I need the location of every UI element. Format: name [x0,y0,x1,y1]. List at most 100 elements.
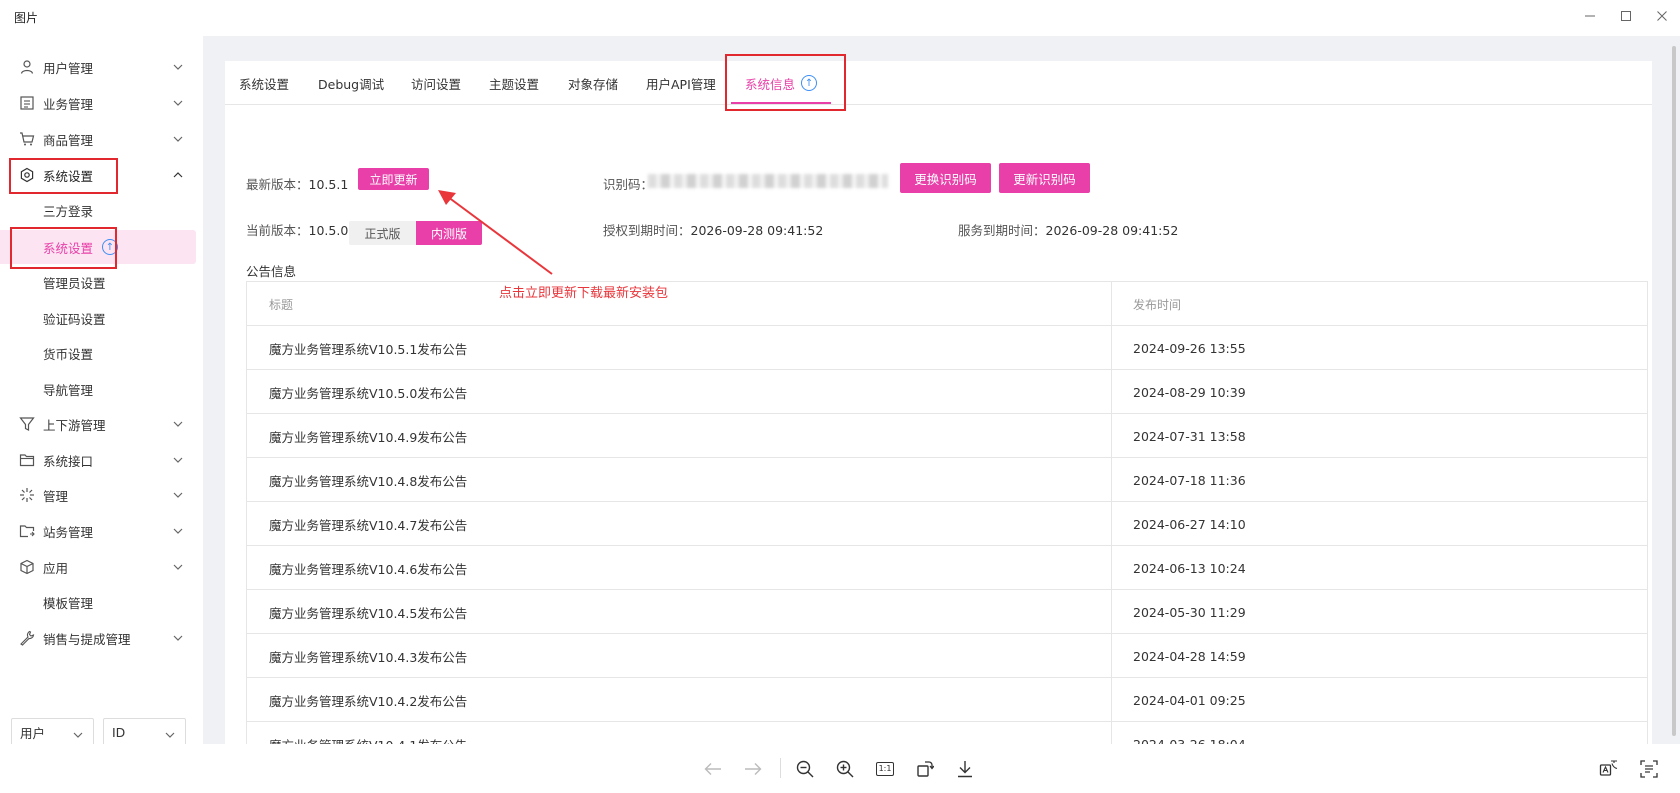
maximize-button[interactable] [1614,4,1638,28]
table-row[interactable]: 魔方业务管理系统V10.4.3发布公告 2024-04-28 14:59 [247,634,1647,678]
notice-time: 2024-06-27 14:10 [1133,516,1246,532]
license-expire-row: 授权到期时间：2026-09-28 09:41:52 [603,220,823,239]
menu-label: 业务管理 [43,96,94,112]
update-now-button[interactable]: 立即更新 [358,168,429,190]
menu-item-business[interactable]: 业务管理 [0,85,203,121]
table-row[interactable]: 魔方业务管理系统V10.4.6发布公告 2024-06-13 10:24 [247,546,1647,590]
sub-item-label: 系统设置 [43,240,94,256]
toolbar-separator [780,758,781,778]
column-header-title: 标题 [269,297,294,312]
menu-item-apps[interactable]: 应用 [0,549,203,585]
current-version-label: 当前版本： [246,223,309,238]
chevron-down-icon [171,560,185,574]
menu-label: 管理 [43,488,69,504]
viewer-toolbar: 1:1 [0,744,1680,793]
sub-item-captcha-settings[interactable]: 验证码设置 [0,301,196,335]
notice-title: 魔方业务管理系统V10.5.0发布公告 [269,385,468,401]
table-row[interactable]: 魔方业务管理系统V10.4.9发布公告 2024-07-31 13:58 [247,414,1647,458]
menu-label: 用户管理 [43,60,94,76]
chevron-down-icon [73,726,83,741]
window-titlebar: 图片 [0,0,1680,34]
sub-item-navigation[interactable]: 导航管理 [0,372,196,406]
tab-theme-settings[interactable]: 主题设置 [489,61,539,105]
sub-item-template-management[interactable]: 模板管理 [0,585,196,619]
notice-title: 魔方业务管理系统V10.4.7发布公告 [269,517,468,533]
zoom-out-button[interactable] [792,756,818,782]
table-header: 标题 发布时间 [247,282,1647,326]
menu-item-system-api[interactable]: 系统接口 [0,442,203,478]
table-row[interactable]: 魔方业务管理系统V10.4.1发布公告 2024-03-26 18:04 [247,722,1647,745]
main-card: 系统设置 Debug调试 访问设置 主题设置 对象存储 用户API管理 系统信息… [225,54,1652,745]
scrollbar-thumb[interactable] [1672,46,1676,736]
tab-system-info[interactable]: 系统信息 ↑ [745,61,818,105]
menu-label: 销售与提成管理 [43,631,131,647]
column-header-time: 发布时间 [1133,297,1182,312]
table-row[interactable]: 魔方业务管理系统V10.4.5发布公告 2024-05-30 11:29 [247,590,1647,634]
menu-item-upstream-downstream[interactable]: 上下游管理 [0,406,203,442]
tab-label: 系统信息 [745,76,796,92]
next-image-button[interactable] [740,756,766,782]
chevron-down-icon [171,60,185,74]
service-expire-value: 2026-09-28 09:41:52 [1045,223,1179,238]
chevron-down-icon [171,417,185,431]
table-row[interactable]: 魔方业务管理系统V10.4.7发布公告 2024-06-27 14:10 [247,502,1647,546]
chevron-down-icon [171,631,185,645]
minimize-button[interactable] [1578,4,1602,28]
menu-item-site-affairs[interactable]: 站务管理 [0,513,203,549]
annotation-text: 点击立即更新下载最新安装包 [499,286,669,301]
close-window-button[interactable] [1650,4,1674,28]
notice-time: 2024-04-01 09:25 [1133,692,1246,708]
sub-item-currency-settings[interactable]: 货币设置 [0,336,196,370]
release-channel-option[interactable]: 正式版 [349,221,416,245]
zoom-in-button[interactable] [832,756,858,782]
notice-time: 2024-08-29 10:39 [1133,384,1246,400]
menu-item-products[interactable]: 商品管理 [0,121,203,157]
search-type-select[interactable]: 用户 [11,718,94,744]
upgrade-arrow-icon: ↑ [102,239,118,255]
chevron-down-icon [171,488,185,502]
close-icon [1657,11,1667,21]
vertical-scrollbar[interactable] [1672,46,1676,736]
update-id-code-button[interactable]: 更新识别码 [999,163,1090,193]
tab-access-settings[interactable]: 访问设置 [411,61,461,105]
settings-hexagon-icon [18,166,36,184]
previous-image-button[interactable] [700,756,726,782]
table-row[interactable]: 魔方业务管理系统V10.5.0发布公告 2024-08-29 10:39 [247,370,1647,414]
sub-item-system-settings[interactable]: 系统设置 ↑ [0,230,196,264]
text-recognition-button[interactable] [1636,756,1662,782]
chevron-down-icon [171,524,185,538]
actual-size-button[interactable]: 1:1 [872,756,898,782]
notice-time: 2024-05-30 11:29 [1133,604,1246,620]
menu-label: 上下游管理 [43,417,106,433]
rotate-button[interactable] [912,756,938,782]
tab-object-storage[interactable]: 对象存储 [568,61,618,105]
download-button[interactable] [952,756,978,782]
search-field-select[interactable]: ID [103,718,186,744]
zoom-in-icon [836,760,854,778]
menu-item-sales-commission[interactable]: 销售与提成管理 [0,620,203,656]
notice-title: 魔方业务管理系统V10.4.9发布公告 [269,429,468,445]
table-row[interactable]: 魔方业务管理系统V10.4.2发布公告 2024-04-01 09:25 [247,678,1647,722]
arrow-right-icon [745,763,762,775]
change-id-code-button[interactable]: 更换识别码 [900,163,991,193]
menu-item-user[interactable]: 用户管理 [0,49,203,85]
cart-icon [18,130,36,148]
table-row[interactable]: 魔方业务管理系统V10.5.1发布公告 2024-09-26 13:55 [247,326,1647,370]
translate-button[interactable] [1596,756,1622,782]
upgrade-arrow-icon: ↑ [801,75,818,91]
menu-label: 站务管理 [43,524,94,540]
latest-version-value: 10.5.1 [308,177,349,192]
menu-item-system-settings[interactable]: 系统设置 [0,157,203,193]
table-row[interactable]: 魔方业务管理系统V10.4.8发布公告 2024-07-18 11:36 [247,458,1647,502]
select-value: 用户 [20,725,46,741]
sub-item-admin-settings[interactable]: 管理员设置 [0,265,196,299]
menu-item-manage[interactable]: 管理 [0,477,203,513]
sub-item-label: 货币设置 [43,346,94,362]
notice-section-title: 公告信息 [246,264,297,279]
chevron-down-icon [171,96,185,110]
maximize-icon [1621,11,1631,21]
tab-system-settings[interactable]: 系统设置 [239,61,289,105]
sub-item-third-party-login[interactable]: 三方登录 [0,193,196,227]
tab-debug[interactable]: Debug调试 [318,61,384,105]
tab-user-api[interactable]: 用户API管理 [646,61,716,105]
